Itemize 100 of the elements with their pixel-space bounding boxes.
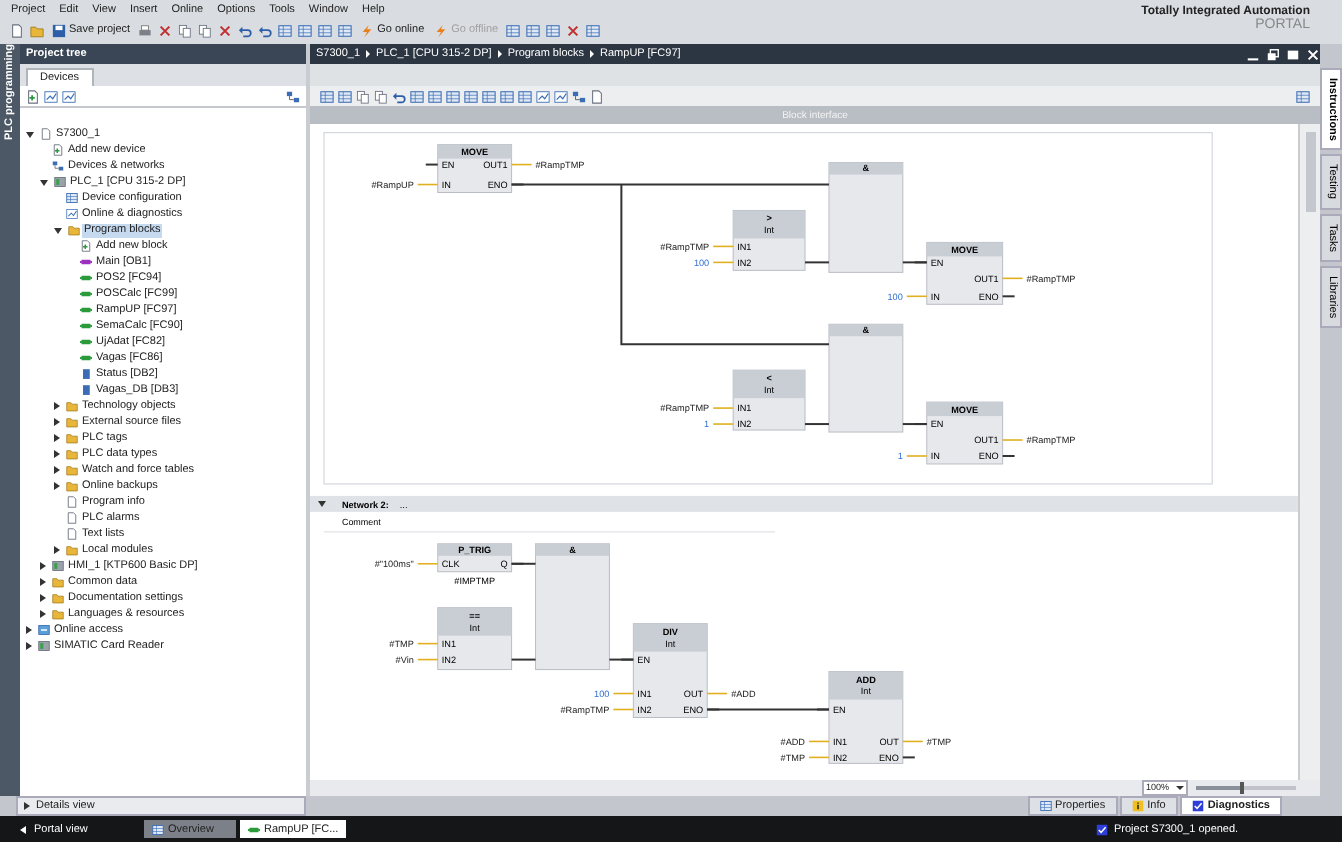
block-icon: [79, 320, 91, 332]
network-icon: [51, 160, 63, 172]
table-icon[interactable]: [586, 23, 601, 37]
chart-icon[interactable]: [554, 89, 568, 103]
connection-line: [706, 692, 728, 695]
block-icon: [79, 336, 91, 348]
table-icon[interactable]: [446, 89, 460, 103]
expand-arrow[interactable]: [26, 626, 32, 634]
table-icon[interactable]: [1296, 89, 1310, 103]
expand-arrow[interactable]: [54, 418, 60, 426]
connection-line: [712, 423, 734, 425]
expand-arrow[interactable]: [40, 179, 48, 185]
delete-icon[interactable]: [218, 23, 233, 37]
delete-icon[interactable]: [158, 23, 173, 37]
connection-line: [1001, 277, 1024, 280]
expand-arrow[interactable]: [54, 227, 62, 233]
connection-line: [902, 740, 924, 743]
undo-icon[interactable]: [392, 89, 406, 103]
checkbox-icon: [1191, 800, 1204, 812]
expand-arrow[interactable]: [40, 594, 46, 602]
expand-arrow[interactable]: [54, 450, 60, 458]
connection-line: [417, 658, 439, 661]
device-icon: [37, 640, 49, 652]
table-icon: [1039, 800, 1052, 812]
connection-line: [417, 183, 439, 186]
document-icon: [39, 128, 51, 140]
connection-line: [1001, 295, 1016, 298]
network-icon[interactable]: [572, 89, 586, 103]
connection-line: [424, 163, 439, 166]
connection-line: [906, 295, 928, 298]
expand-arrow[interactable]: [40, 578, 46, 586]
maximize-icon[interactable]: [1286, 47, 1300, 61]
expand-arrow[interactable]: [54, 434, 60, 442]
expand-arrow[interactable]: [54, 466, 60, 474]
lightning-icon: [360, 23, 375, 37]
table-icon[interactable]: [464, 89, 478, 103]
connection-line: [808, 756, 830, 759]
connection-line: [510, 163, 533, 166]
delete-icon[interactable]: [566, 23, 581, 37]
chart-icon[interactable]: [62, 89, 76, 103]
connection-line: [510, 658, 537, 661]
chart-icon[interactable]: [536, 89, 550, 103]
table-icon[interactable]: [482, 89, 496, 103]
block-icon: [79, 256, 91, 268]
device-icon: [53, 176, 65, 188]
table-icon[interactable]: [338, 89, 352, 103]
table-icon[interactable]: [526, 23, 541, 37]
scrollbar[interactable]: [1298, 124, 1320, 780]
add-icon: [51, 144, 63, 156]
table-icon[interactable]: [506, 23, 521, 37]
folder-icon: [67, 224, 79, 236]
chart-icon: [65, 208, 77, 220]
block-icon: [79, 304, 91, 316]
connection-line: [808, 740, 830, 743]
network-icon[interactable]: [286, 89, 300, 103]
connection-line: [712, 407, 734, 409]
network-icon: [37, 624, 49, 636]
connection-line: [906, 455, 928, 457]
connection-line: [1001, 455, 1016, 457]
expand-arrow[interactable]: [24, 802, 30, 810]
table-icon[interactable]: [298, 23, 313, 37]
table-icon: [65, 192, 77, 204]
expand-arrow[interactable]: [26, 642, 32, 650]
table-icon[interactable]: [546, 23, 561, 37]
block-icon: [79, 288, 91, 300]
add-icon[interactable]: [26, 89, 40, 103]
expand-arrow[interactable]: [54, 402, 60, 410]
table-icon[interactable]: [278, 23, 293, 37]
folder-icon: [65, 544, 77, 556]
expand-arrow[interactable]: [54, 546, 60, 554]
close-icon[interactable]: [1306, 47, 1320, 61]
info-icon: [1131, 800, 1144, 812]
table-icon[interactable]: [338, 23, 353, 37]
expand-arrow[interactable]: [40, 610, 46, 618]
connection-line: [417, 642, 439, 645]
checkbox-icon: [1096, 823, 1108, 835]
table-icon[interactable]: [518, 89, 532, 103]
print-icon[interactable]: [138, 23, 153, 37]
chart-icon[interactable]: [44, 89, 58, 103]
table-icon: [152, 823, 164, 835]
table-icon[interactable]: [318, 23, 333, 37]
block-icon: [248, 823, 260, 835]
table-icon[interactable]: [320, 89, 334, 103]
device-icon: [51, 560, 63, 572]
expand-arrow[interactable]: [54, 482, 60, 490]
connection-line: [1001, 439, 1024, 441]
table-icon[interactable]: [428, 89, 442, 103]
block-icon: [79, 352, 91, 364]
table-icon[interactable]: [410, 89, 424, 103]
collapse-arrow[interactable]: [318, 500, 326, 507]
expand-arrow[interactable]: [26, 131, 34, 137]
block-icon: [79, 272, 91, 284]
lightning-icon: [434, 23, 449, 37]
table-icon[interactable]: [500, 89, 514, 103]
document-icon[interactable]: [10, 23, 24, 37]
expand-arrow[interactable]: [40, 562, 46, 570]
connection-line: [901, 756, 916, 759]
add-icon: [79, 240, 91, 252]
restore-icon[interactable]: [1266, 47, 1280, 61]
connection-line: [612, 692, 635, 695]
